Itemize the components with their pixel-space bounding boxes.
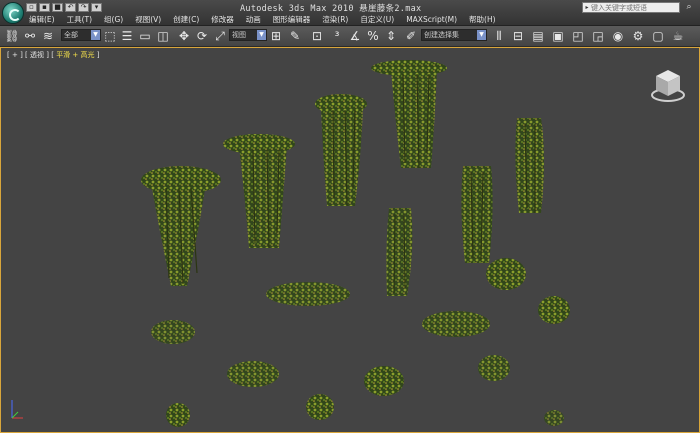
menu-help[interactable]: 帮助(H) bbox=[466, 14, 505, 25]
snap-3-icon[interactable]: ³ bbox=[329, 28, 345, 44]
menu-animation[interactable]: 动画 bbox=[243, 14, 270, 25]
named-selection-dropdown[interactable]: 创建选择集 ▼ bbox=[421, 29, 487, 41]
more-icon[interactable]: ▾ bbox=[91, 3, 102, 12]
menu-maxscript[interactable]: MAXScript(M) bbox=[403, 14, 466, 25]
main-toolbar: ⛓ ⚯ ≋ 全部 ▼ ⬚ ☰ ▭ ◫ ✥ ⟳ ⤢ 视图 ▼ ⊞ ✎ ⊡ ³ ∡ … bbox=[0, 26, 700, 47]
viewcube-icon[interactable] bbox=[649, 66, 687, 104]
bush-3[interactable] bbox=[364, 366, 404, 396]
open-file-icon[interactable]: ▪ bbox=[39, 3, 50, 12]
bush-5[interactable] bbox=[306, 394, 334, 420]
move-icon[interactable]: ✥ bbox=[176, 28, 192, 44]
select-manipulate-icon[interactable]: ✎ bbox=[287, 28, 303, 44]
menu-modifiers[interactable]: 修改器 bbox=[208, 14, 243, 25]
bush-7[interactable] bbox=[544, 410, 564, 426]
link-icon[interactable]: ⛓ bbox=[4, 28, 20, 44]
menu-rendering[interactable]: 渲染(R) bbox=[319, 14, 357, 25]
scale-icon[interactable]: ⤢ bbox=[212, 28, 228, 44]
axis-tripod-icon bbox=[11, 400, 23, 419]
redo-icon[interactable]: ↷ bbox=[78, 3, 89, 12]
align-icon[interactable]: ⊟ bbox=[510, 28, 526, 44]
chevron-down-icon: ▼ bbox=[257, 30, 266, 40]
window-crossing-icon[interactable]: ◫ bbox=[155, 28, 171, 44]
app-logo-icon[interactable] bbox=[2, 2, 24, 24]
schematic-view-icon[interactable]: ◲ bbox=[590, 28, 606, 44]
quick-access-toolbar: ▫ ▪ ■ ↶ ↷ ▾ bbox=[26, 3, 102, 13]
hanging-vine-3[interactable] bbox=[315, 94, 367, 207]
bush-2[interactable] bbox=[538, 296, 570, 324]
new-file-icon[interactable]: ▫ bbox=[26, 3, 37, 12]
rendered-frame-icon[interactable]: ▢ bbox=[650, 28, 666, 44]
scene-objects[interactable] bbox=[1, 48, 699, 432]
search-input[interactable] bbox=[591, 3, 679, 12]
selection-filter-value: 全部 bbox=[64, 31, 78, 39]
menu-views[interactable]: 视图(V) bbox=[132, 14, 170, 25]
vine-patch-1[interactable] bbox=[266, 282, 350, 306]
layer-manager-icon[interactable]: ▤ bbox=[530, 28, 546, 44]
search-icon[interactable]: ⌕ bbox=[683, 2, 695, 13]
pivot-center-icon[interactable]: ⊞ bbox=[268, 28, 284, 44]
vine-patch-2[interactable] bbox=[422, 311, 490, 337]
hanging-vine-5[interactable] bbox=[515, 118, 544, 213]
material-editor-icon[interactable]: ◉ bbox=[610, 28, 626, 44]
mirror-icon[interactable]: ⫴ bbox=[491, 28, 507, 44]
bush-1[interactable] bbox=[486, 258, 526, 290]
select-by-name-icon[interactable]: ☰ bbox=[119, 28, 135, 44]
vine-patch-4[interactable] bbox=[227, 361, 279, 387]
chevron-down-icon: ▼ bbox=[91, 30, 100, 40]
percent-snap-icon[interactable]: % bbox=[365, 28, 381, 44]
unlink-icon[interactable]: ⚯ bbox=[22, 28, 38, 44]
hanging-vine-6[interactable] bbox=[461, 166, 493, 263]
chevron-down-icon: ▼ bbox=[477, 30, 486, 40]
window-title: Autodesk 3ds Max 2010 悬崖藤条2.max bbox=[240, 4, 422, 14]
reference-coordinate-value: 视图 bbox=[232, 31, 246, 39]
graphite-icon[interactable]: ▣ bbox=[550, 28, 566, 44]
bind-spacewarp-icon[interactable]: ≋ bbox=[40, 28, 56, 44]
angle-snap-icon[interactable]: ∡ bbox=[347, 28, 363, 44]
menu-bar: 编辑(E) 工具(T) 组(G) 视图(V) 创建(C) 修改器 动画 图形编辑… bbox=[26, 14, 505, 25]
selection-filter-dropdown[interactable]: 全部 ▼ bbox=[61, 29, 101, 41]
hanging-vine-4[interactable] bbox=[371, 60, 447, 169]
render-setup-icon[interactable]: ⚙ bbox=[630, 28, 646, 44]
hanging-vine-1[interactable] bbox=[141, 166, 221, 286]
bush-6[interactable] bbox=[166, 403, 190, 427]
menu-graph-editors[interactable]: 图形编辑器 bbox=[270, 14, 320, 25]
hanging-vine-7[interactable] bbox=[386, 208, 413, 296]
menu-group[interactable]: 组(G) bbox=[101, 14, 132, 25]
spinner-snap-icon[interactable]: ⇕ bbox=[383, 28, 399, 44]
vine-patch-3[interactable] bbox=[151, 320, 195, 344]
named-selection-value: 创建选择集 bbox=[424, 31, 459, 39]
title-bar: ▫ ▪ ■ ↶ ↷ ▾ Autodesk 3ds Max 2010 悬崖藤条2.… bbox=[0, 0, 700, 26]
bush-4[interactable] bbox=[478, 355, 510, 381]
info-center-search: ▸ bbox=[582, 2, 680, 13]
keyboard-shortcut-icon[interactable]: ⊡ bbox=[309, 28, 325, 44]
select-object-icon[interactable]: ⬚ bbox=[102, 28, 118, 44]
rect-selection-icon[interactable]: ▭ bbox=[137, 28, 153, 44]
hanging-vine-2[interactable] bbox=[223, 134, 295, 249]
menu-create[interactable]: 创建(C) bbox=[170, 14, 208, 25]
save-file-icon[interactable]: ■ bbox=[52, 3, 63, 12]
menu-edit[interactable]: 编辑(E) bbox=[26, 14, 64, 25]
curve-editor-icon[interactable]: ◰ bbox=[570, 28, 586, 44]
edit-named-selection-icon[interactable]: ✐ bbox=[403, 28, 419, 44]
rotate-icon[interactable]: ⟳ bbox=[194, 28, 210, 44]
search-expand-icon[interactable]: ▸ bbox=[583, 3, 591, 12]
render-icon[interactable]: ☕ bbox=[670, 28, 686, 44]
menu-tools[interactable]: 工具(T) bbox=[64, 14, 101, 25]
reference-coordinate-dropdown[interactable]: 视图 ▼ bbox=[229, 29, 267, 41]
menu-customize[interactable]: 自定义(U) bbox=[357, 14, 403, 25]
undo-icon[interactable]: ↶ bbox=[65, 3, 76, 12]
perspective-viewport[interactable]: [ + ] [ 透视 ] [ 平滑 + 高光 ] bbox=[0, 47, 700, 433]
